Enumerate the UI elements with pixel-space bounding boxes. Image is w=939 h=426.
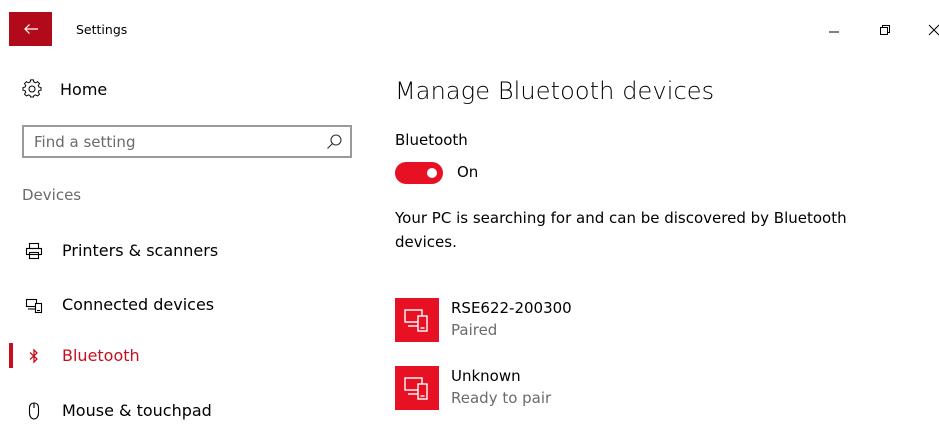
discovery-status-text: Your PC is searching for and can be disc… — [395, 209, 847, 251]
section-header-devices: Devices — [22, 186, 82, 204]
gear-icon — [22, 79, 42, 98]
mouse-icon — [24, 401, 44, 421]
search-input[interactable] — [34, 132, 314, 152]
restore-icon — [880, 25, 890, 35]
search-button[interactable] — [325, 133, 343, 151]
sidebar-item-connected-devices[interactable]: Connected devices — [0, 290, 360, 320]
toggle-state-label: On — [457, 163, 479, 181]
minimize-icon — [829, 31, 839, 33]
toggle-knob — [427, 168, 437, 178]
connected-devices-icon — [24, 295, 44, 315]
arrow-left-icon — [23, 24, 38, 34]
search-box[interactable] — [22, 125, 352, 158]
minimize-button[interactable] — [822, 18, 846, 42]
page-title: Manage Bluetooth devices — [395, 77, 715, 105]
sidebar-item-home[interactable]: Home — [22, 76, 107, 102]
device-tile — [395, 298, 439, 342]
close-icon — [928, 24, 939, 36]
sidebar-item-label: Connected devices — [62, 295, 215, 314]
device-item[interactable]: Unknown Ready to pair — [395, 366, 845, 414]
back-button[interactable] — [9, 12, 52, 46]
sidebar-item-label: Printers & scanners — [62, 241, 219, 260]
device-icon — [404, 377, 428, 400]
bluetooth-label: Bluetooth — [395, 131, 468, 149]
device-status: Ready to pair — [451, 389, 552, 407]
printer-icon — [24, 241, 44, 261]
restore-button[interactable] — [873, 18, 897, 42]
device-status: Paired — [451, 321, 498, 339]
device-icon — [404, 309, 428, 332]
sidebar-item-label: Bluetooth — [62, 346, 140, 365]
search-icon — [327, 134, 342, 149]
device-tile — [395, 366, 439, 410]
window-title: Settings — [76, 22, 128, 37]
sidebar-item-label: Home — [60, 79, 108, 99]
sidebar-item-label: Mouse & touchpad — [62, 401, 212, 420]
bluetooth-toggle[interactable] — [395, 162, 443, 184]
bluetooth-icon — [24, 346, 44, 366]
device-name: Unknown — [451, 367, 521, 385]
device-name: RSE622-200300 — [451, 299, 572, 317]
sidebar-item-printers-scanners[interactable]: Printers & scanners — [0, 236, 360, 266]
sidebar-item-mouse-touchpad[interactable]: Mouse & touchpad — [0, 396, 360, 426]
close-button[interactable] — [922, 18, 939, 42]
device-item[interactable]: RSE622-200300 Paired — [395, 298, 845, 346]
sidebar-item-bluetooth[interactable]: Bluetooth — [0, 341, 360, 371]
